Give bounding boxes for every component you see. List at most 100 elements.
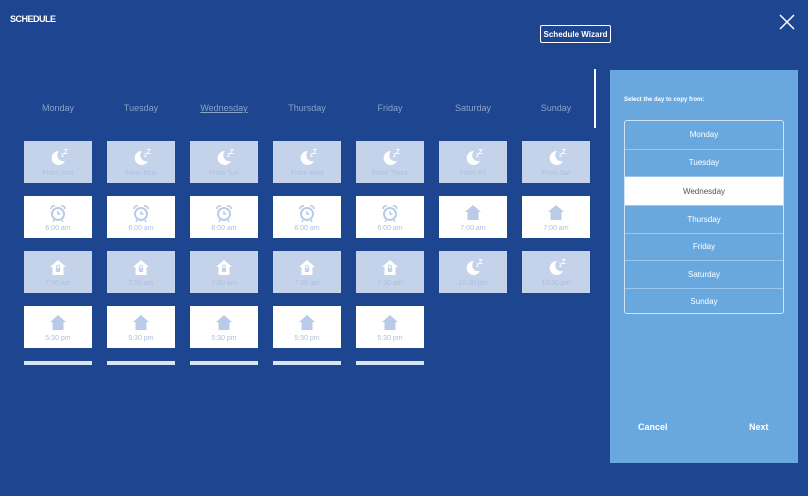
away-home-icon [133,260,149,275]
schedule-tile[interactable]: 5:30 pm [356,306,424,348]
schedule-tile[interactable]: 6:00 am [356,196,424,238]
next-button[interactable]: Next [749,422,769,432]
schedule-tile-time: 7:30 am [294,280,320,287]
schedule-tile-time: 7:00 am [460,225,486,232]
moon-icon: zZ [217,149,234,165]
moon-icon: zZ [549,259,567,275]
schedule-tile-partial[interactable] [356,361,424,365]
away-home-icon [216,260,232,275]
schedule-tile[interactable]: 5:30 pm [24,306,92,348]
schedule-tile[interactable]: 7:30 am [107,251,175,293]
cancel-button[interactable]: Cancel [638,422,668,432]
svg-text:Z: Z [396,149,401,156]
moon-icon: zZ [466,259,483,275]
home-icon [299,315,315,330]
home-icon [548,205,564,220]
alarm-clock-icon [382,205,398,223]
day-header-friday[interactable]: Friday [356,103,424,113]
schedule-tile[interactable]: 6:00 am [190,196,258,238]
schedule-tile-time: From Tue [209,170,239,177]
schedule-tile-time: From Sun [42,170,74,177]
schedule-tile-time: 5:30 pm [45,335,71,342]
schedule-tile[interactable]: 7:00 am [522,196,590,238]
schedule-tile-time: 7:30 am [377,280,403,287]
alarm-clock-icon [133,205,149,223]
schedule-tile[interactable]: 7:30 am [273,251,341,293]
moon-icon: zZ [134,149,151,165]
copy-day-prompt: Select the day to copy from: [624,97,705,103]
copy-day-option-saturday[interactable]: Saturday [625,260,783,288]
copy-day-list: Monday Tuesday Wednesday Thursday Friday Satu… [624,120,784,314]
scroll-indicator[interactable] [594,69,596,128]
schedule-tile[interactable]: z Z From Tue [190,141,258,183]
copy-day-panel: Select the day to copy from: Monday Tuesd… [610,70,798,463]
close-icon[interactable] [778,13,796,31]
moon-icon: zZ [51,149,69,165]
copy-day-option-wednesday[interactable]: Wednesday [625,176,783,205]
schedule-tile[interactable]: z Z From Wed [273,141,341,183]
copy-day-option-thursday[interactable]: Thursday [625,205,783,233]
schedule-tile-time: 5:30 pm [294,335,320,342]
day-header-sunday[interactable]: Sunday [522,103,590,113]
schedule-tile-time: From Sat [541,170,571,177]
schedule-tile-partial[interactable] [24,361,92,365]
home-icon [216,315,232,330]
day-header-saturday[interactable]: Saturday [439,103,507,113]
schedule-tile-time: 6:00 am [211,225,237,232]
schedule-tile-time: From Thurs [371,170,409,177]
schedule-wizard-button[interactable]: Schedule Wizard [540,25,611,43]
day-header-tuesday[interactable]: Tuesday [107,103,175,113]
schedule-tile-time: 5:30 pm [128,335,154,342]
alarm-clock-icon [216,205,232,223]
away-home-icon [50,260,66,275]
day-header-monday[interactable]: Monday [24,103,92,113]
alarm-clock-icon [299,205,315,223]
schedule-tile[interactable]: z Z From Sat [522,141,590,183]
day-header-thursday[interactable]: Thursday [273,103,341,113]
schedule-tile-time: 7:00 am [543,225,569,232]
copy-day-option-tuesday[interactable]: Tuesday [625,148,783,177]
day-header-wednesday[interactable]: Wednesday [190,103,258,113]
schedule-tile-partial[interactable] [273,361,341,365]
schedule-tile[interactable]: z Z From Sun [24,141,92,183]
schedule-tile-time: 10:30 pm [458,280,488,287]
copy-day-option-friday[interactable]: Friday [625,232,783,261]
schedule-tile[interactable]: z Z From Fri [439,141,507,183]
schedule-tile-time: 10:30 pm [541,280,571,287]
home-icon [133,315,149,330]
svg-text:Z: Z [479,149,484,156]
schedule-tile-partial[interactable] [190,361,258,365]
schedule-tile[interactable]: 7:30 am [356,251,424,293]
schedule-tile[interactable]: 7:00 am [439,196,507,238]
schedule-tile[interactable]: 6:00 am [24,196,92,238]
schedule-tile[interactable]: 6:00 am [107,196,175,238]
schedule-tile-time: 5:30 pm [211,335,237,342]
away-home-icon [299,260,315,275]
schedule-tile[interactable]: z Z 10:30 pm [439,251,507,293]
svg-text:Z: Z [64,149,69,156]
schedule-tile[interactable]: 7:30 am [190,251,258,293]
copy-day-option-monday[interactable]: Monday [625,121,783,149]
schedule-tile-time: 6:00 am [45,225,71,232]
schedule-tile[interactable]: z Z From Thurs [356,141,424,183]
schedule-tile[interactable]: 5:30 pm [273,306,341,348]
schedule-tile[interactable]: 6:00 am [273,196,341,238]
schedule-tile-time: 6:00 am [128,225,154,232]
home-icon [465,205,481,220]
schedule-tile-time: 7:30 am [45,280,71,287]
schedule-tile-time: 7:30 am [128,280,154,287]
schedule-tile-time: 6:00 am [377,225,403,232]
schedule-tile[interactable]: 5:30 pm [190,306,258,348]
schedule-tile[interactable]: z Z 10:30 pm [522,251,590,293]
schedule-tile[interactable]: 7:30 am [24,251,92,293]
schedule-tile[interactable]: 5:30 pm [107,306,175,348]
schedule-tile-partial[interactable] [107,361,175,365]
schedule-tile[interactable]: z Z From Mon [107,141,175,183]
alarm-clock-icon [50,205,66,223]
svg-text:Z: Z [562,259,567,266]
svg-text:Z: Z [313,149,318,156]
away-home-icon [382,260,398,275]
page-title: SCHEDULE [10,14,56,24]
svg-text:Z: Z [562,149,567,156]
copy-day-option-sunday[interactable]: Sunday [625,287,783,314]
